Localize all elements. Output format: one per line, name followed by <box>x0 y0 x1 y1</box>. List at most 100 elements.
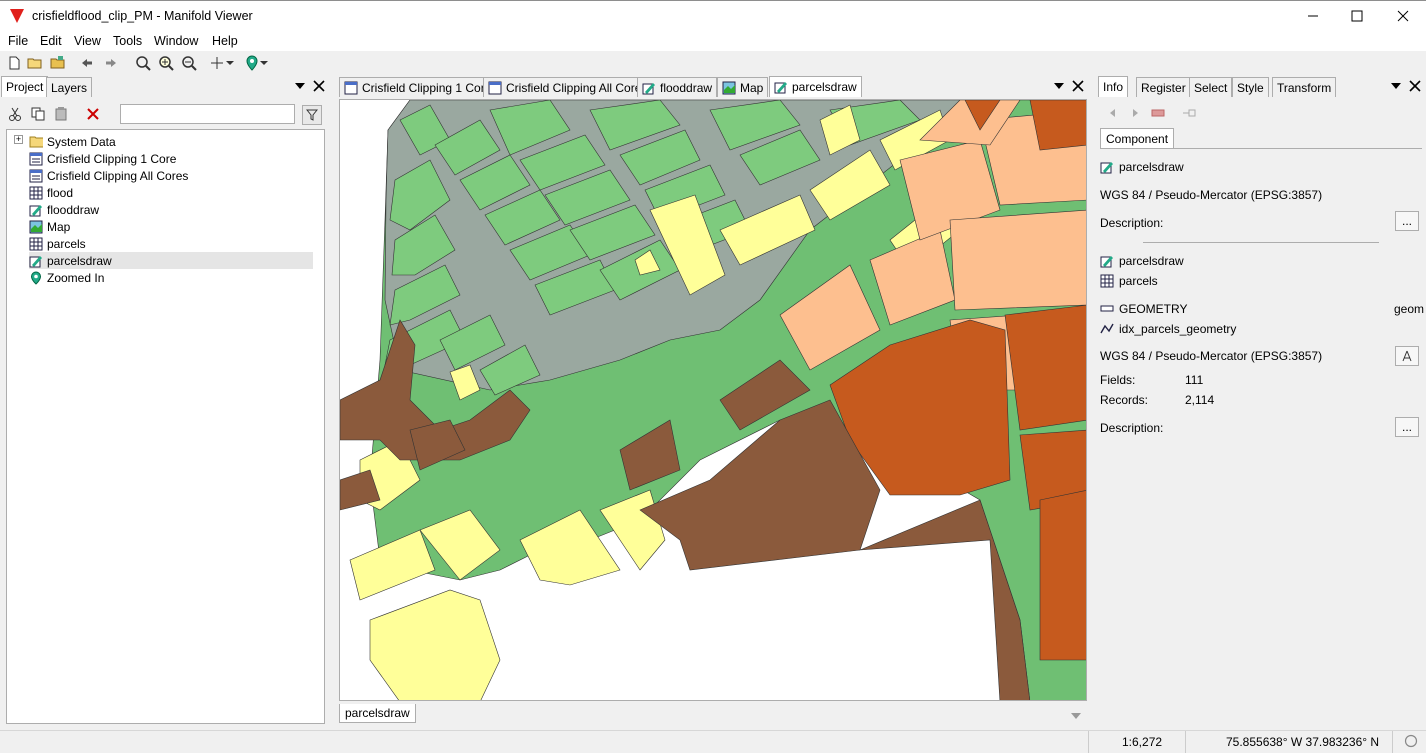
query-icon <box>29 169 43 183</box>
tab-clipping-all-cores[interactable]: Crisfield Clipping All Cores <box>483 77 653 97</box>
tab-transform[interactable]: Transform <box>1272 77 1337 97</box>
drawing-icon <box>642 81 656 95</box>
geometry-type: geom <box>1394 302 1425 316</box>
tab-layers[interactable]: Layers <box>46 77 93 97</box>
tab-flooddraw[interactable]: flooddraw <box>637 77 718 97</box>
title-bar: crisfieldflood_clip_PM - Manifold Viewer <box>0 0 1426 31</box>
panel-close-icon[interactable] <box>1407 78 1423 94</box>
tree-item-clipping-1-core[interactable]: Crisfield Clipping 1 Core <box>29 150 176 167</box>
chevron-down-icon[interactable] <box>224 54 236 72</box>
component-crs: WGS 84 / Pseudo-Mercator (EPSG:3857) <box>1100 188 1323 202</box>
minimize-icon[interactable] <box>1290 1 1336 31</box>
zoom-in-icon[interactable] <box>157 54 175 72</box>
filter-icon[interactable] <box>302 105 322 125</box>
zoom-extents-icon[interactable] <box>134 54 152 72</box>
close-icon[interactable] <box>1380 1 1426 31</box>
drawing-icon <box>29 203 43 217</box>
tab-info[interactable]: Info <box>1098 76 1129 97</box>
tab-map[interactable]: Map <box>717 77 769 97</box>
tab-select[interactable]: Select <box>1189 77 1233 97</box>
geometry-field-icon <box>1100 302 1114 316</box>
query-icon <box>29 152 43 166</box>
tree-item-parcelsdraw[interactable]: parcelsdraw <box>29 252 313 269</box>
main-toolbar <box>0 51 1426 75</box>
menu-file[interactable]: File <box>8 34 28 48</box>
cursor-coordinates: 75.855638° W 37.983236° N <box>1226 735 1380 749</box>
expand-icon[interactable]: + <box>14 135 23 144</box>
index-name: idx_parcels_geometry <box>1100 322 1236 336</box>
tree-item-parcels[interactable]: parcels <box>29 235 86 252</box>
tree-item-clipping-all-cores[interactable]: Crisfield Clipping All Cores <box>29 167 188 184</box>
map-icon <box>29 220 43 234</box>
new-icon[interactable] <box>5 54 23 72</box>
previous-icon[interactable] <box>1104 104 1122 122</box>
menu-view[interactable]: View <box>74 34 101 48</box>
location-icon <box>29 270 43 285</box>
records-label: Records: <box>1100 393 1149 407</box>
layer-tab-strip: parcelsdraw <box>339 702 1087 724</box>
parcels-map[interactable] <box>340 100 1087 701</box>
delete-icon[interactable] <box>84 105 102 123</box>
map-icon <box>722 81 736 95</box>
copy-icon[interactable] <box>29 105 47 123</box>
tree-item-flood[interactable]: flood <box>29 184 73 201</box>
menu-help[interactable]: Help <box>212 34 238 48</box>
crs-edit-button[interactable] <box>1395 346 1419 366</box>
table-icon <box>29 186 43 200</box>
tab-parcelsdraw[interactable]: parcelsdraw <box>769 76 862 97</box>
fields-label: Fields: <box>1100 373 1136 387</box>
panel-menu-icon[interactable] <box>1388 78 1404 94</box>
menu-edit[interactable]: Edit <box>40 34 62 48</box>
tab-register[interactable]: Register <box>1136 77 1191 97</box>
description-edit-button[interactable]: ... <box>1395 211 1419 231</box>
cut-icon[interactable] <box>6 105 24 123</box>
map-scale: 1:6,272 <box>1122 735 1163 749</box>
panel-close-icon[interactable] <box>311 78 327 94</box>
records-value: 2,114 <box>1185 393 1215 407</box>
tab-clipping-1-core[interactable]: Crisfield Clipping 1 Core <box>339 77 497 97</box>
filter-input[interactable] <box>120 104 295 124</box>
tree-item-system-data[interactable]: System Data <box>29 133 116 150</box>
chevron-down-icon[interactable] <box>1071 708 1081 722</box>
zoom-out-icon[interactable] <box>180 54 198 72</box>
panel-menu-icon[interactable] <box>292 78 308 94</box>
tree-item-map[interactable]: Map <box>29 218 70 235</box>
maximize-icon[interactable] <box>1334 1 1380 31</box>
next-icon[interactable] <box>1126 104 1144 122</box>
component-name: parcelsdraw <box>1100 160 1184 174</box>
back-icon[interactable] <box>78 54 96 72</box>
table-description-edit-button[interactable]: ... <box>1395 417 1419 437</box>
query-icon <box>344 81 358 95</box>
query-icon <box>488 81 502 95</box>
drawing-name: parcelsdraw <box>1100 254 1184 268</box>
menu-tools[interactable]: Tools <box>113 34 142 48</box>
menu-window[interactable]: Window <box>154 34 198 48</box>
tab-project[interactable]: Project <box>1 76 49 97</box>
table-view-icon[interactable] <box>1149 104 1167 122</box>
tree-item-flooddraw[interactable]: flooddraw <box>29 201 99 218</box>
forward-icon[interactable] <box>102 54 120 72</box>
tab-style[interactable]: Style <box>1232 77 1269 97</box>
open-folder-icon[interactable] <box>49 54 67 72</box>
chevron-down-icon[interactable] <box>258 54 270 72</box>
progress-icon <box>1404 734 1418 751</box>
open-icon[interactable] <box>26 54 44 72</box>
link-icon[interactable] <box>1180 104 1198 122</box>
layer-tab-parcelsdraw[interactable]: parcelsdraw <box>339 704 416 723</box>
fields-value: 111 <box>1185 373 1204 387</box>
status-divider <box>1185 731 1186 753</box>
map-canvas[interactable] <box>339 99 1087 701</box>
paste-icon[interactable] <box>52 105 70 123</box>
divider <box>1100 148 1422 149</box>
drawing-icon <box>774 80 788 94</box>
table-icon <box>1100 274 1114 288</box>
drawing-icon <box>1100 160 1114 174</box>
folder-icon <box>29 135 43 149</box>
tab-component[interactable]: Component <box>1100 128 1175 149</box>
description-label: Description: <box>1100 216 1164 230</box>
panel-menu-icon[interactable] <box>1051 78 1067 94</box>
tree-item-zoomed-in[interactable]: Zoomed In <box>29 269 104 286</box>
project-tree: + System Data Crisfield Clipping 1 Core … <box>6 129 325 724</box>
panel-close-icon[interactable] <box>1070 78 1086 94</box>
menu-bar: File Edit View Tools Window Help <box>0 31 1426 51</box>
